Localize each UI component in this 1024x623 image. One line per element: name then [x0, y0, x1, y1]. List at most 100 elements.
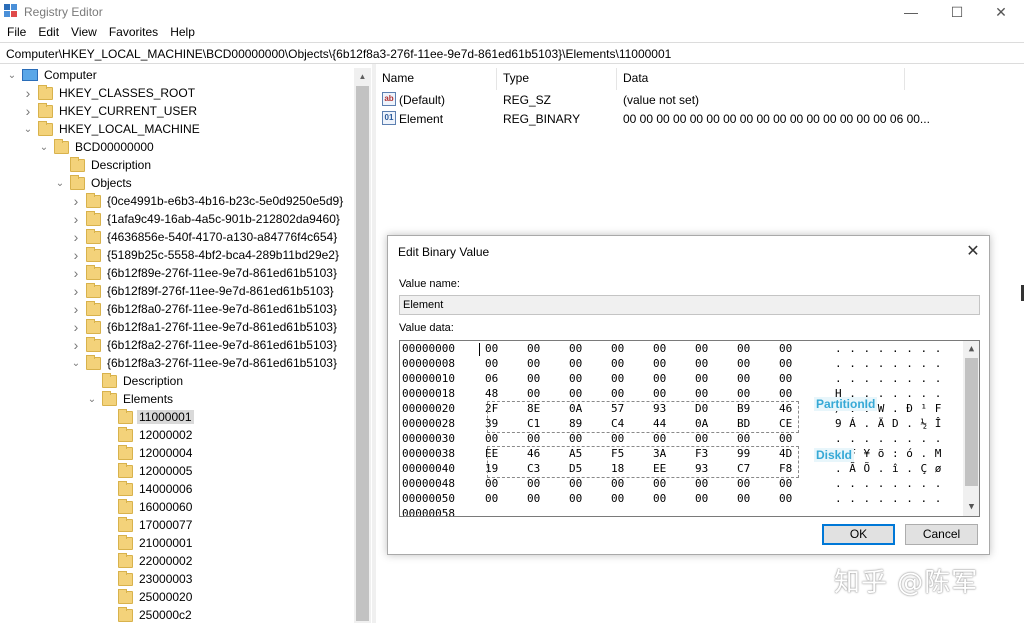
menu-edit[interactable]: Edit — [32, 24, 65, 42]
hex-byte[interactable]: 00 — [779, 342, 792, 355]
chevron-right-icon[interactable]: › — [22, 103, 34, 119]
hex-byte[interactable]: 00 — [485, 432, 498, 445]
menu-view[interactable]: View — [65, 24, 103, 42]
hex-byte[interactable]: 00 — [779, 357, 792, 370]
hex-byte[interactable]: 00 — [569, 477, 582, 490]
scrollbar-thumb[interactable] — [965, 358, 978, 486]
tree-node[interactable]: 16000060 — [102, 498, 192, 516]
hex-byte[interactable]: 00 — [485, 342, 498, 355]
chevron-right-icon[interactable]: › — [70, 283, 82, 299]
hex-byte[interactable]: 00 — [737, 477, 750, 490]
chevron-right-icon[interactable]: › — [70, 265, 82, 281]
hex-byte[interactable]: 00 — [695, 342, 708, 355]
tree-node[interactable]: › {1afa9c49-16ab-4a5c-901b-212802da9460} — [70, 210, 340, 228]
address-bar[interactable]: Computer\HKEY_LOCAL_MACHINE\BCD00000000\… — [0, 42, 1024, 64]
hex-byte[interactable]: 00 — [737, 387, 750, 400]
tree-node[interactable]: › {4636856e-540f-4170-a130-a84776f4c654} — [70, 228, 337, 246]
hex-byte[interactable]: 00 — [527, 387, 540, 400]
hex-byte[interactable]: 00 — [611, 432, 624, 445]
menu-help[interactable]: Help — [164, 24, 201, 42]
tree-node[interactable]: 12000004 — [102, 444, 192, 462]
tree-node[interactable]: ⌄ {6b12f8a3-276f-11ee-9e7d-861ed61b5103} — [70, 354, 337, 372]
tree-node[interactable]: › HKEY_CLASSES_ROOT — [22, 84, 195, 102]
ok-button[interactable]: OK — [822, 524, 895, 545]
hex-byte[interactable]: 00 — [569, 492, 582, 505]
hex-byte[interactable]: 00 — [611, 387, 624, 400]
hex-byte[interactable]: 00 — [653, 477, 666, 490]
hex-byte[interactable]: 00 — [779, 477, 792, 490]
tree-node[interactable]: 25000020 — [102, 588, 192, 606]
hex-byte[interactable]: 00 — [527, 432, 540, 445]
tree-node[interactable]: 11000001 — [102, 408, 194, 426]
hex-byte[interactable]: 00 — [611, 342, 624, 355]
menu-favorites[interactable]: Favorites — [103, 24, 164, 42]
hex-byte[interactable]: 00 — [695, 387, 708, 400]
hex-byte[interactable]: 00 — [779, 372, 792, 385]
hex-scrollbar[interactable]: ▲ ▼ — [963, 341, 979, 516]
hex-byte[interactable]: 00 — [569, 342, 582, 355]
tree-node[interactable]: Description — [54, 156, 151, 174]
hex-byte[interactable]: 00 — [485, 492, 498, 505]
column-header-data[interactable]: Data — [617, 68, 905, 90]
chevron-right-icon[interactable]: › — [70, 337, 82, 353]
hex-byte[interactable]: 00 — [737, 357, 750, 370]
tree-node[interactable]: ⌄ Elements — [86, 390, 173, 408]
tree-node[interactable]: › {5189b25c-5558-4bf2-bca4-289b11bd29e2} — [70, 246, 339, 264]
hex-byte[interactable]: 00 — [779, 432, 792, 445]
hex-byte[interactable]: 00 — [527, 492, 540, 505]
tree-node[interactable]: ⌄ Computer — [6, 66, 97, 84]
tree-node[interactable]: › {6b12f89e-276f-11ee-9e7d-861ed61b5103} — [70, 264, 337, 282]
hex-byte[interactable]: 00 — [569, 432, 582, 445]
tree-node[interactable]: ⌄ BCD00000000 — [38, 138, 154, 156]
tree-node[interactable]: › {6b12f8a1-276f-11ee-9e7d-861ed61b5103} — [70, 318, 337, 336]
hex-byte[interactable]: 00 — [779, 387, 792, 400]
hex-byte[interactable]: 00 — [611, 357, 624, 370]
cancel-button[interactable]: Cancel — [905, 524, 978, 545]
hex-byte[interactable]: 06 — [485, 372, 498, 385]
hex-byte[interactable]: 48 — [485, 387, 498, 400]
hex-byte[interactable]: 00 — [611, 372, 624, 385]
tree-node[interactable]: › HKEY_CURRENT_USER — [22, 102, 197, 120]
hex-byte[interactable]: 00 — [779, 492, 792, 505]
tree-node[interactable]: 250000c2 — [102, 606, 192, 623]
chevron-down-icon[interactable]: ⌄ — [22, 123, 34, 135]
hex-byte[interactable]: 00 — [569, 372, 582, 385]
chevron-down-icon[interactable]: ⌄ — [54, 177, 66, 189]
close-button[interactable]: ✕ — [978, 0, 1024, 24]
tree-node[interactable]: 12000002 — [102, 426, 192, 444]
hex-byte[interactable]: 00 — [695, 357, 708, 370]
hex-byte[interactable]: 00 — [695, 372, 708, 385]
tree-node[interactable]: › {6b12f8a2-276f-11ee-9e7d-861ed61b5103} — [70, 336, 337, 354]
hex-byte[interactable]: 00 — [653, 372, 666, 385]
chevron-right-icon[interactable]: › — [70, 211, 82, 227]
key-tree[interactable]: ⌄ Computer › HKEY_CLASSES_ROOT › HKEY_CURRENT… — [0, 64, 372, 623]
chevron-right-icon[interactable]: › — [70, 229, 82, 245]
hex-byte[interactable]: 00 — [569, 387, 582, 400]
value-data-editor[interactable]: 00000058 00000050 00 00 00 00 00 00 00 00. . . . … — [399, 340, 980, 517]
hex-byte[interactable]: 00 — [737, 432, 750, 445]
value-row-element[interactable]: 01 Element REG_BINARY 00 00 00 00 00 00 … — [376, 110, 1016, 128]
hex-byte[interactable]: 00 — [695, 492, 708, 505]
minimize-button[interactable]: — — [888, 0, 934, 24]
chevron-down-icon[interactable]: ⌄ — [86, 393, 98, 405]
tree-node[interactable]: 21000001 — [102, 534, 192, 552]
hex-byte[interactable]: 00 — [527, 372, 540, 385]
hex-byte[interactable]: 00 — [737, 342, 750, 355]
column-header-name[interactable]: Name — [376, 68, 497, 90]
tree-node[interactable]: 22000002 — [102, 552, 192, 570]
chevron-down-icon[interactable]: ⌄ — [6, 69, 18, 81]
hex-byte[interactable]: 00 — [737, 372, 750, 385]
hex-byte[interactable]: 00 — [737, 492, 750, 505]
dialog-close-icon[interactable]: ✕ — [962, 241, 984, 261]
hex-byte[interactable]: 00 — [527, 342, 540, 355]
tree-node[interactable]: ⌄ Objects — [54, 174, 132, 192]
hex-byte[interactable]: 00 — [527, 477, 540, 490]
menu-file[interactable]: File — [0, 24, 32, 42]
tree-scrollbar[interactable]: ▲ — [354, 68, 371, 623]
column-header-type[interactable]: Type — [497, 68, 617, 90]
hex-byte[interactable]: 00 — [569, 357, 582, 370]
tree-node[interactable]: 14000006 — [102, 480, 192, 498]
hex-byte[interactable]: 00 — [653, 432, 666, 445]
scroll-up-arrow-icon[interactable]: ▲ — [963, 341, 979, 358]
hex-byte[interactable]: 00 — [653, 492, 666, 505]
